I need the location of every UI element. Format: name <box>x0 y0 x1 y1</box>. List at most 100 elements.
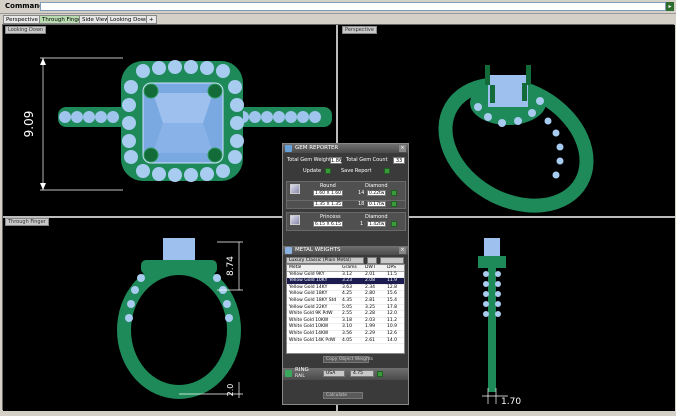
cell-dwt: 2.80 <box>365 291 376 297</box>
cell-grams: 3.56 <box>342 330 353 336</box>
metal-icon <box>285 247 292 254</box>
cell-dps: 15.6 <box>387 291 398 297</box>
gem-count: 18 <box>358 201 365 207</box>
command-bar: Command: ▸ <box>0 0 676 14</box>
table-row[interactable]: Yellow Gold 18KY Std 4.35 2.81 15.4 <box>287 298 404 305</box>
gem-size: 6.15 X 6.15 <box>313 221 343 227</box>
save-go-icon[interactable] <box>384 168 390 174</box>
gem-reporter-title: GEM REPORTER <box>295 145 339 151</box>
gem-type: Diamond <box>365 214 388 220</box>
gem-size: 1.60 X 1.60 <box>313 190 343 196</box>
metal-preset-select[interactable]: Luxury Classic (Plain Metal) <box>286 257 364 264</box>
col-grams: Grams <box>342 265 357 270</box>
gem-weight: 0.22tw <box>367 190 387 196</box>
ring-header[interactable]: RING RAIL USA 4.75 <box>283 367 408 380</box>
cell-dps: 10.9 <box>387 324 398 330</box>
zoom-icon[interactable] <box>367 257 377 264</box>
gem-row-round[interactable]: Round Diamond 1.60 X 1.60 14 0.22tw <box>286 181 406 201</box>
gem-select-icon[interactable] <box>391 221 397 227</box>
cell-dps: 14.0 <box>387 337 398 343</box>
cell-dps: 12.0 <box>387 311 398 317</box>
cell-metal: Yellow Gold 18KY <box>289 291 328 297</box>
update-button[interactable]: Update <box>303 168 321 174</box>
cell-grams: 4.35 <box>342 297 353 303</box>
close-icon[interactable]: × <box>399 145 406 152</box>
princess-gem-icon <box>290 215 300 225</box>
metal-weights-header[interactable]: METAL WEIGHTS × <box>283 246 408 255</box>
table-header: Metal Grams DWT DPS <box>287 265 404 272</box>
gem-shape: Princess <box>320 214 341 220</box>
ring-size-select[interactable]: 4.75 <box>350 370 374 377</box>
table-row[interactable]: White Gold 9K PdW 2.55 2.28 12.0 <box>287 311 404 318</box>
gem-weight: 1.42tw <box>367 221 387 227</box>
gem-select-icon[interactable] <box>391 190 397 196</box>
col-dwt: DWT <box>365 265 376 270</box>
cell-metal: White Gold 14K PdW <box>289 337 336 343</box>
cell-dwt: 1.99 <box>365 324 376 330</box>
gem-type: Diamond <box>365 183 388 189</box>
add-tab-button[interactable]: + <box>146 15 157 24</box>
metal-weights-table: Metal Grams DWT DPS Yellow Gold 9KY 3.12 2… <box>286 264 405 354</box>
gem-actions-row: Update Save Report <box>283 166 408 176</box>
gem-totals-row: Total Gem Weight 1.86 Total Gem Count 33 <box>283 156 408 166</box>
cell-metal: White Gold 14KW <box>289 330 329 336</box>
metal-rows: Yellow Gold 9KY 3.12 2.01 11.5 Yellow Gold 1… <box>287 272 404 345</box>
cell-dwt: 2.28 <box>365 311 376 317</box>
gem-count: 14 <box>358 190 365 196</box>
cell-dps: 12.6 <box>387 330 398 336</box>
gem-row-princess[interactable]: Princess Diamond 6.15 X 6.15 1 1.42tw <box>286 212 406 231</box>
close-icon[interactable]: × <box>399 247 406 254</box>
metal-weights-title: METAL WEIGHTS <box>295 247 341 253</box>
command-input[interactable] <box>40 2 666 11</box>
table-row[interactable]: White Gold 14K PdW 4.05 2.61 14.0 <box>287 338 404 345</box>
cell-dwt: 2.81 <box>365 297 376 303</box>
cell-metal: Yellow Gold 10KY <box>289 278 328 284</box>
calculate-button[interactable]: Calculate <box>323 392 363 399</box>
round-gem-icon <box>290 184 300 194</box>
copy-weights-button[interactable]: Copy Object Weights <box>323 356 373 363</box>
cell-metal: White Gold 9K PdW <box>289 311 333 317</box>
table-row[interactable]: Yellow Gold 10KY 3.23 2.08 11.9 <box>287 278 404 285</box>
region-select[interactable]: USA <box>323 370 345 377</box>
gem-icon <box>285 145 292 152</box>
gem-size: 1.35 X 1.35 <box>313 201 343 207</box>
total-weight-value: 1.86 <box>330 157 343 164</box>
total-count-value: 33 <box>393 157 405 164</box>
dim-bottom-left-lower: 2.0 <box>226 384 235 397</box>
tab-perspective[interactable]: Perspective <box>3 15 41 24</box>
col-metal: Metal <box>289 265 302 270</box>
gem-reporter-header[interactable]: GEM REPORTER × <box>283 144 408 153</box>
save-report-button[interactable]: Save Report <box>341 168 371 174</box>
cell-metal: White Gold 10KW <box>289 324 329 330</box>
total-count-label: Total Gem Count <box>346 157 388 163</box>
cell-grams: 2.55 <box>342 311 353 317</box>
table-row[interactable]: Yellow Gold 18KY 4.25 2.80 15.6 <box>287 291 404 298</box>
update-go-icon[interactable] <box>325 168 331 174</box>
dim-top-left: 9.09 <box>22 111 36 138</box>
cell-grams: 3.10 <box>342 324 353 330</box>
table-row[interactable]: White Gold 14KW 3.56 2.29 12.6 <box>287 331 404 338</box>
cell-grams: 3.23 <box>342 278 353 284</box>
ring-subtitle: RAIL <box>295 374 305 379</box>
gem-weight: 0.17tw <box>367 201 387 207</box>
dim-bottom-left-upper: 8.74 <box>226 256 236 276</box>
cell-dps: 11.9 <box>387 278 398 284</box>
metal-options-button[interactable] <box>380 257 404 264</box>
gem-shape: Round <box>320 183 336 189</box>
gem-metal-panel: GEM REPORTER × Total Gem Weight 1.86 Tot… <box>282 143 409 405</box>
table-row[interactable]: White Gold 10KW 3.10 1.99 10.9 <box>287 324 404 331</box>
ring-icon <box>285 370 292 377</box>
cell-dwt: 2.29 <box>365 330 376 336</box>
cell-dwt: 2.08 <box>365 278 376 284</box>
col-dps: DPS <box>387 265 397 270</box>
viewport-tabs: Perspective Through Finger Side View Loo… <box>0 14 676 24</box>
cell-dps: 15.4 <box>387 297 398 303</box>
ring-size-go-icon[interactable] <box>377 371 383 377</box>
gem-select-icon[interactable] <box>391 201 397 207</box>
dim-bottom-right: 1.70 <box>501 397 521 407</box>
command-arrow-icon[interactable]: ▸ <box>666 2 674 11</box>
gem-row-round-2[interactable]: 1.35 X 1.35 18 0.17tw <box>286 201 406 209</box>
total-weight-label: Total Gem Weight <box>287 157 332 163</box>
cell-metal: Yellow Gold 18KY Std <box>289 297 337 303</box>
cell-dwt: 2.61 <box>365 337 376 343</box>
